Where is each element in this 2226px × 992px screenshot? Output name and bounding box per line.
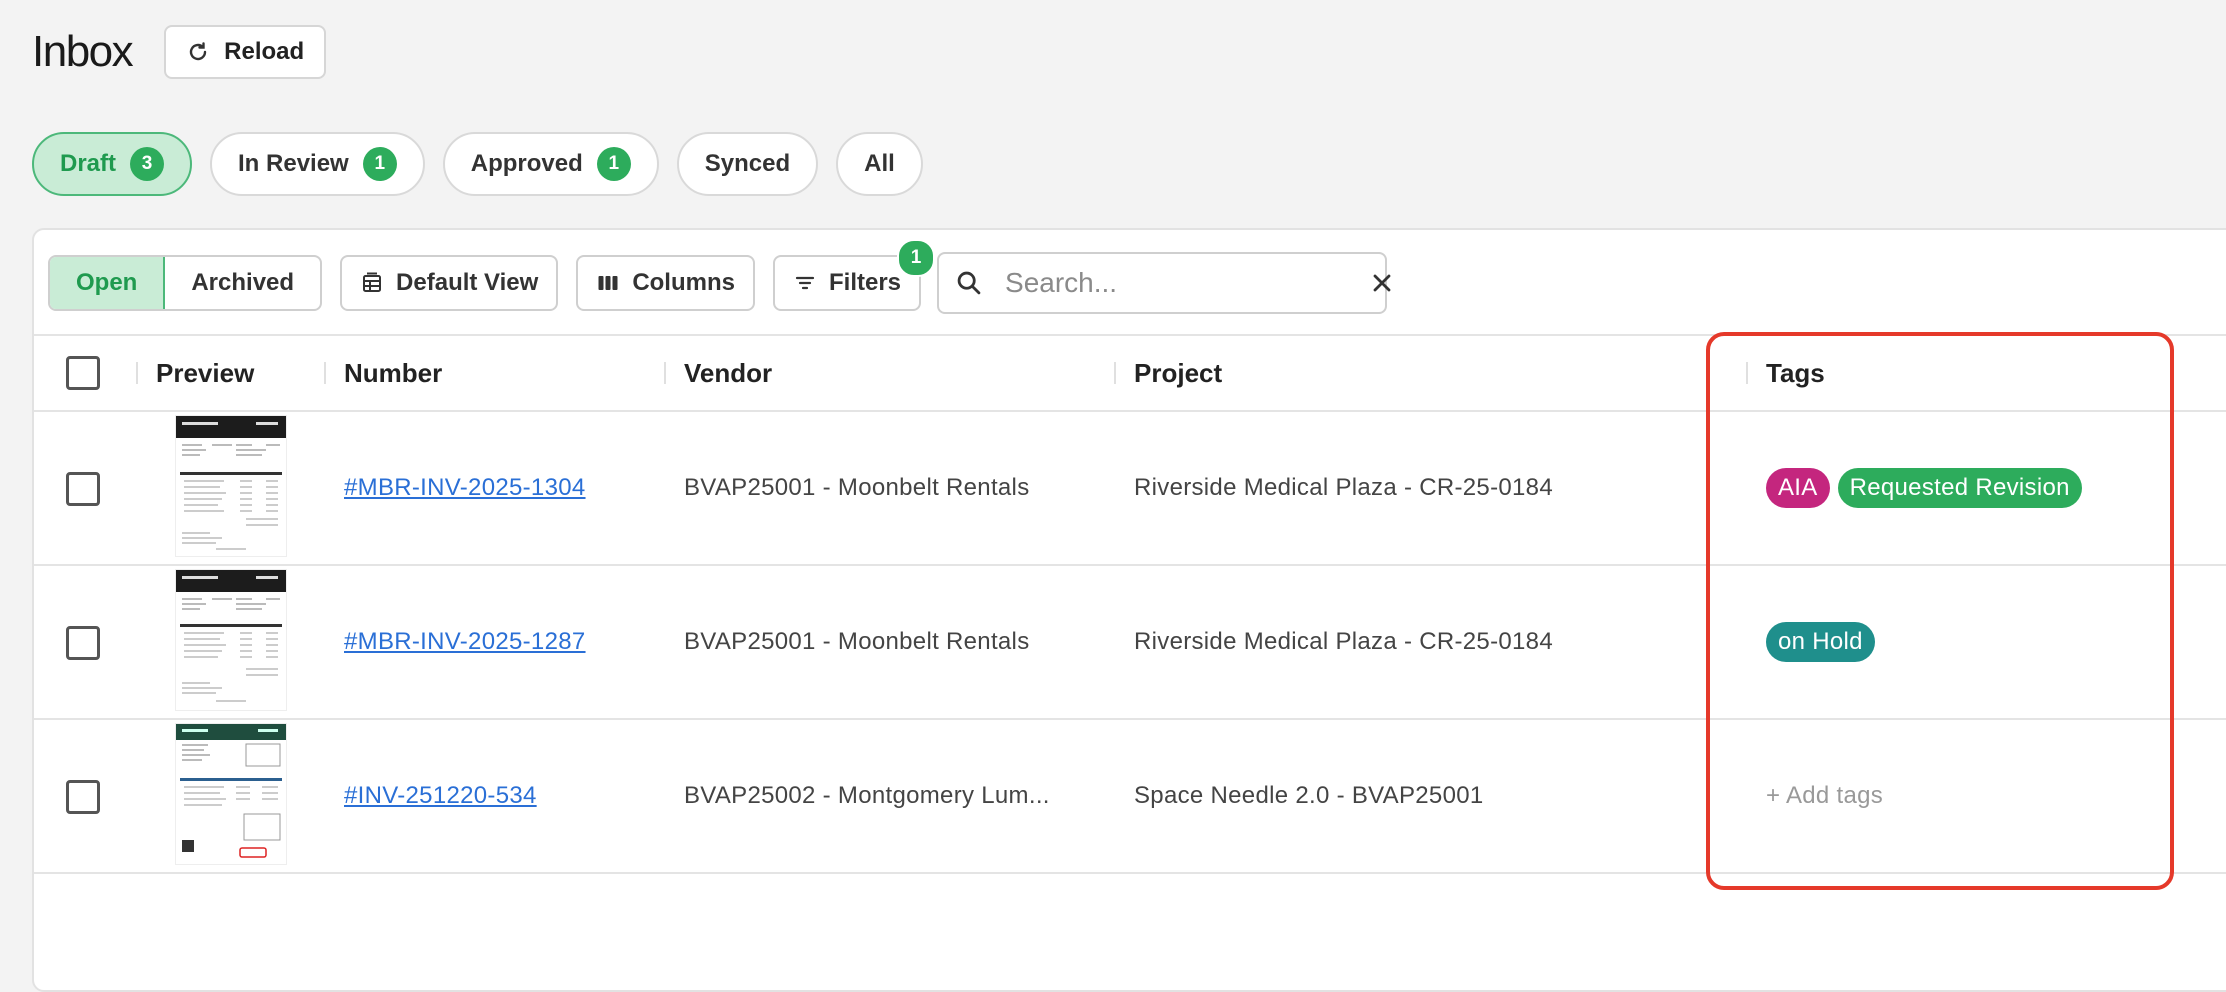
vendor-cell: BVAP25002 - Montgomery Lum... bbox=[684, 782, 1050, 809]
tab-label: Draft bbox=[60, 150, 117, 177]
add-tags-button[interactable]: + Add tags bbox=[1766, 782, 1883, 810]
project-cell: Space Needle 2.0 - BVAP25001 bbox=[1134, 782, 1484, 809]
tags-cell[interactable]: on Hold bbox=[1766, 566, 1883, 718]
project-cell: Riverside Medical Plaza - CR-25-0184 bbox=[1134, 628, 1553, 655]
row-checkbox[interactable] bbox=[66, 472, 100, 506]
clear-search-icon[interactable] bbox=[1368, 269, 1396, 297]
column-divider bbox=[664, 362, 666, 384]
filters-label: Filters bbox=[828, 269, 902, 296]
invoice-preview-thumbnail[interactable] bbox=[176, 570, 286, 710]
default-view-label: Default View bbox=[396, 269, 539, 296]
invoice-preview-thumbnail[interactable] bbox=[176, 416, 286, 556]
vendor-cell: BVAP25001 - Moonbelt Rentals bbox=[684, 628, 1030, 655]
filters-count-badge: 1 bbox=[897, 239, 936, 277]
archived-toggle[interactable]: Archived bbox=[165, 257, 320, 309]
invoice-number-link[interactable]: #INV-251220-534 bbox=[344, 782, 537, 810]
tab-in-review[interactable]: In Review 1 bbox=[210, 132, 425, 196]
row-checkbox[interactable] bbox=[66, 626, 100, 660]
tab-approved[interactable]: Approved 1 bbox=[442, 132, 659, 196]
search-icon bbox=[957, 271, 981, 295]
tab-synced[interactable]: Synced bbox=[676, 132, 819, 196]
tag-aia[interactable]: AIA bbox=[1766, 468, 1830, 508]
tab-draft[interactable]: Draft 3 bbox=[32, 132, 193, 196]
invoice-number-link[interactable]: #MBR-INV-2025-1287 bbox=[344, 628, 586, 656]
column-divider bbox=[1114, 362, 1116, 384]
tags-cell[interactable]: + Add tags bbox=[1766, 720, 1883, 872]
column-header-project[interactable]: Project bbox=[1134, 336, 1222, 410]
tags-cell[interactable]: AIA Requested Revision bbox=[1766, 412, 2090, 564]
count-badge: 1 bbox=[596, 147, 631, 181]
filter-icon bbox=[795, 276, 815, 290]
column-divider bbox=[324, 362, 326, 384]
column-header-number[interactable]: Number bbox=[344, 336, 442, 410]
count-badge: 3 bbox=[130, 147, 165, 181]
row-checkbox[interactable] bbox=[66, 780, 100, 814]
open-archived-toggle: Open Archived bbox=[48, 255, 323, 311]
search-box bbox=[937, 252, 1391, 314]
select-all-checkbox[interactable] bbox=[66, 356, 100, 390]
open-toggle[interactable]: Open bbox=[50, 257, 166, 309]
reload-label: Reload bbox=[224, 38, 305, 65]
tab-label: Approved bbox=[470, 150, 583, 177]
invoice-number-link[interactable]: #MBR-INV-2025-1304 bbox=[344, 474, 586, 502]
reload-button[interactable]: Reload bbox=[164, 25, 327, 79]
page-title: Inbox bbox=[32, 27, 134, 76]
column-divider bbox=[1746, 362, 1748, 384]
tab-label: In Review bbox=[238, 150, 349, 177]
project-cell: Riverside Medical Plaza - CR-25-0184 bbox=[1134, 474, 1553, 501]
vendor-cell: BVAP25001 - Moonbelt Rentals bbox=[684, 474, 1030, 501]
columns-label: Columns bbox=[632, 269, 735, 296]
column-header-vendor[interactable]: Vendor bbox=[684, 336, 772, 410]
tab-all[interactable]: All bbox=[836, 132, 923, 196]
columns-icon bbox=[598, 276, 618, 290]
search-input[interactable] bbox=[1003, 266, 1369, 300]
count-badge: 1 bbox=[362, 147, 397, 181]
number-cell: #MBR-INV-2025-1287 bbox=[344, 566, 586, 718]
toolbar: Open Archived Default View Columns Filte… bbox=[48, 239, 1391, 314]
inbox-panel: Open Archived Default View Columns Filte… bbox=[32, 228, 2226, 992]
default-view-button[interactable]: Default View bbox=[340, 255, 559, 311]
column-header-preview[interactable]: Preview bbox=[156, 336, 254, 410]
table-header: Preview Number Vendor Project Tags bbox=[34, 334, 2226, 412]
column-header-tags[interactable]: Tags bbox=[1766, 336, 1825, 410]
page-header: Inbox Reload bbox=[32, 22, 327, 82]
column-divider bbox=[136, 362, 138, 384]
table-row[interactable]: #MBR-INV-2025-1304 BVAP25001 - Moonbelt … bbox=[34, 412, 2226, 566]
tag-on-hold[interactable]: on Hold bbox=[1766, 622, 1875, 662]
status-tabs: Draft 3 In Review 1 Approved 1 Synced Al… bbox=[32, 132, 923, 196]
invoice-preview-thumbnail[interactable] bbox=[176, 724, 286, 864]
filters-button[interactable]: Filters 1 bbox=[772, 239, 936, 311]
columns-button[interactable]: Columns bbox=[576, 255, 755, 311]
tab-label: Synced bbox=[704, 150, 791, 177]
tag-requested-revision[interactable]: Requested Revision bbox=[1837, 468, 2082, 508]
reload-icon bbox=[189, 42, 207, 61]
number-cell: #MBR-INV-2025-1304 bbox=[344, 412, 586, 564]
number-cell: #INV-251220-534 bbox=[344, 720, 537, 872]
table-row[interactable]: #MBR-INV-2025-1287 BVAP25001 - Moonbelt … bbox=[34, 566, 2226, 720]
table-row[interactable]: #INV-251220-534 BVAP25002 - Montgomery L… bbox=[34, 720, 2226, 874]
table-view-icon bbox=[363, 272, 382, 292]
tab-label: All bbox=[864, 150, 895, 177]
